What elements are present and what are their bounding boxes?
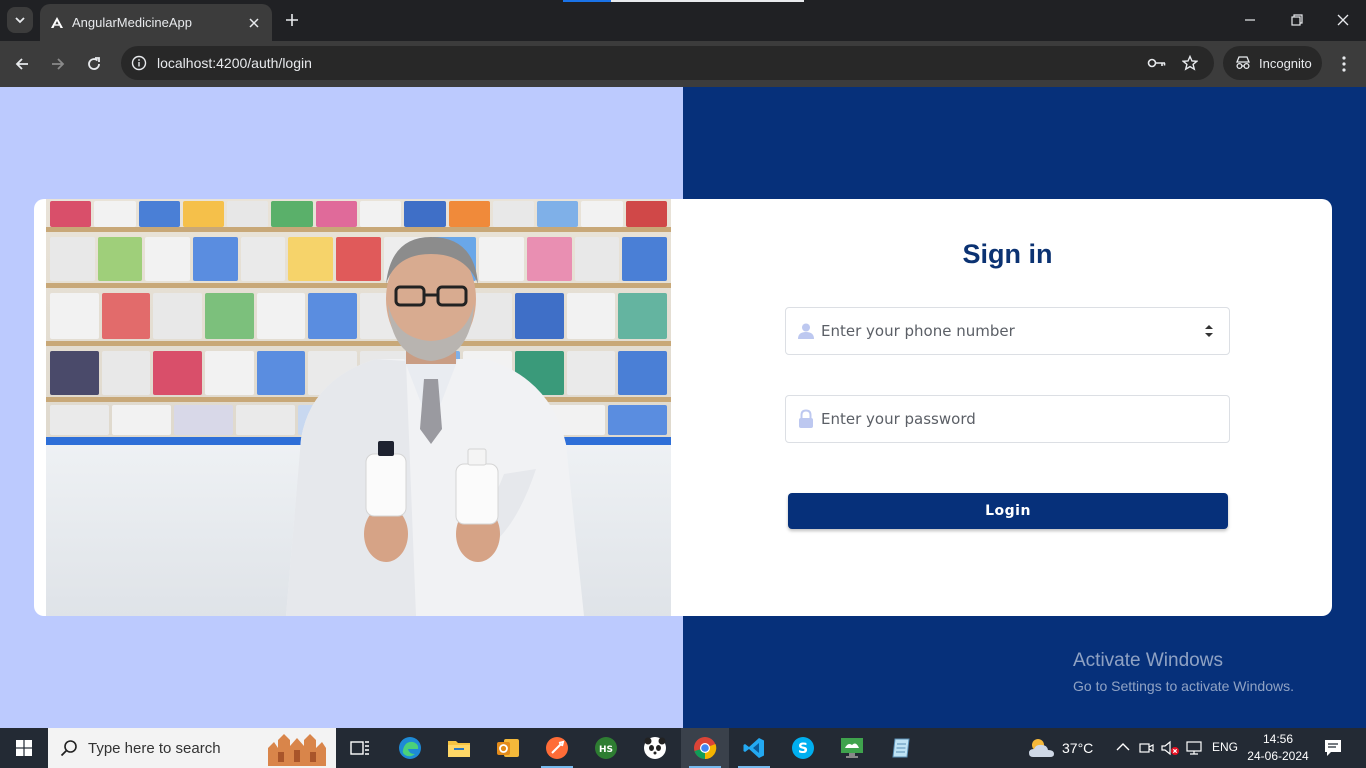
volume-muted-icon[interactable] [1160,740,1180,756]
clock-date: 24-06-2024 [1247,749,1309,763]
svg-text:HS: HS [599,745,613,755]
lock-icon [796,409,816,429]
browser-tab[interactable]: AngularMedicineApp [40,4,272,41]
login-page: Sign in Login Activate Windows Go to Set… [0,87,1366,728]
password-key-icon[interactable] [1147,53,1167,73]
taskbar-remote-desktop[interactable] [828,728,876,768]
browser-menu-button[interactable] [1332,52,1356,76]
svg-text:S: S [798,741,808,757]
close-window-button[interactable] [1331,8,1355,32]
file-explorer-icon [448,741,470,757]
password-input[interactable] [821,396,1191,442]
system-clock[interactable]: 14:56 24-06-2024 [1240,731,1316,765]
arrow-left-icon [15,58,28,70]
task-view-button[interactable] [336,728,384,768]
taskbar-chrome[interactable] [681,728,729,768]
taskbar-hubstaff[interactable]: HS [582,728,630,768]
search-placeholder: Type here to search [88,739,221,757]
pharmacist-figure [286,237,584,616]
minimize-button[interactable] [1238,8,1262,32]
close-tab-icon[interactable] [244,13,264,33]
chevron-down-icon [15,17,25,24]
tab-title: AngularMedicineApp [72,15,192,30]
taskbar-panda[interactable] [631,728,679,768]
taskbar-postman[interactable] [533,728,581,768]
loading-indicator [563,0,804,2]
postman-icon [546,737,568,759]
taskbar-skype[interactable]: S [779,728,827,768]
taskbar-notepad[interactable] [877,728,925,768]
windows-taskbar: Type here to search HS S 37°C ENG 14:56 … [0,728,1366,768]
panda-icon [644,737,666,759]
notification-icon[interactable] [1324,739,1342,757]
windows-start-icon [16,740,32,756]
incognito-badge[interactable]: Incognito [1223,46,1322,80]
network-icon[interactable] [1186,740,1204,756]
phone-field[interactable] [785,307,1230,355]
tab-search-button[interactable] [7,7,33,33]
address-bar[interactable]: localhost:4200/auth/login [121,46,1214,80]
meet-now-icon[interactable] [1138,740,1154,756]
page-title: Sign in [962,239,1053,269]
number-spinner-icon[interactable] [1203,323,1215,339]
login-form: Sign in Login [671,199,1332,616]
chrome-icon [694,737,717,760]
notepad-icon [892,738,910,758]
search-highlight-image [264,730,330,766]
watermark-title: Activate Windows [1073,650,1223,671]
outlook-icon [497,739,519,757]
close-icon [1337,14,1349,26]
arrow-right-icon [52,58,65,70]
browser-toolbar: localhost:4200/auth/login Incognito [0,41,1366,87]
phone-input[interactable] [821,308,1191,354]
taskbar-outlook[interactable] [484,728,532,768]
taskbar-edge[interactable] [386,728,434,768]
site-info-icon[interactable] [129,53,149,73]
remote-desktop-icon [841,738,863,758]
bookmark-star-icon[interactable] [1180,53,1200,73]
new-tab-button[interactable] [282,10,302,30]
weather-temperature[interactable]: 37°C [1062,740,1093,756]
skype-icon: S [792,737,814,759]
url-text: localhost:4200/auth/login [157,55,312,71]
restore-icon [1291,14,1303,26]
back-button[interactable] [10,52,34,76]
hubstaff-icon: HS [595,737,617,759]
forward-button[interactable] [46,52,70,76]
login-card: Sign in Login [34,199,1332,616]
reload-icon [88,57,100,70]
restore-button[interactable] [1285,8,1309,32]
user-icon [796,321,816,341]
watermark-subtitle: Go to Settings to activate Windows. [1073,678,1294,694]
incognito-icon [1236,56,1250,70]
login-button[interactable]: Login [788,493,1228,529]
weather-icon[interactable] [1027,736,1057,760]
chevron-up-icon[interactable] [1116,742,1130,752]
browser-tabstrip: AngularMedicineApp [0,0,1366,41]
taskbar-file-explorer[interactable] [435,728,483,768]
edge-icon [399,737,421,759]
password-field[interactable] [785,395,1230,443]
incognito-label: Incognito [1259,55,1312,71]
angular-icon [50,16,64,30]
pharmacist-photo [46,199,671,616]
more-vertical-icon [1342,56,1346,72]
vscode-icon [743,738,764,758]
taskbar-vscode[interactable] [730,728,778,768]
reload-button[interactable] [82,52,106,76]
taskbar-search[interactable]: Type here to search [48,728,336,768]
plus-icon [286,14,298,26]
input-language[interactable]: ENG [1212,740,1238,754]
start-button[interactable] [0,728,48,768]
task-view-icon [350,741,369,755]
search-icon [60,740,77,757]
activate-windows-watermark: Activate Windows Go to Settings to activ… [1073,650,1294,694]
clock-time: 14:56 [1262,732,1294,746]
minimize-icon [1245,19,1255,21]
